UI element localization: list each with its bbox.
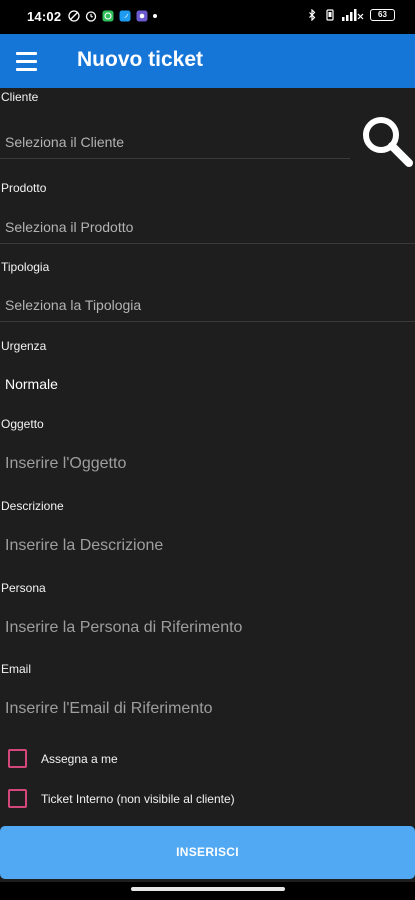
cliente-select[interactable]: Seleziona il Cliente <box>5 134 124 150</box>
oggetto-label: Oggetto <box>1 417 44 431</box>
assegna-checkbox-label: Assegna a me <box>41 751 118 766</box>
bluetooth-icon <box>306 9 318 21</box>
status-bar: 14:02 63 <box>0 0 415 34</box>
signal-icon <box>342 9 364 21</box>
inserisci-button[interactable]: INSERISCI <box>0 826 415 879</box>
search-icon[interactable] <box>360 114 414 168</box>
persona-label: Persona <box>1 581 46 595</box>
do-not-disturb-icon <box>68 10 80 22</box>
cliente-underline <box>0 158 350 159</box>
persona-input[interactable]: Inserire la Persona di Riferimento <box>5 619 242 637</box>
tipologia-underline <box>0 321 415 322</box>
cliente-label: Cliente <box>1 90 39 104</box>
alarm-icon <box>85 10 97 22</box>
twitter-icon <box>119 10 131 22</box>
descrizione-input[interactable]: Inserire la Descrizione <box>5 537 163 555</box>
prodotto-select[interactable]: Seleziona il Prodotto <box>5 219 133 235</box>
assegna-checkbox-row[interactable]: Assegna a me <box>8 749 118 768</box>
email-label: Email <box>1 662 32 676</box>
app-notification-icon <box>136 10 148 22</box>
urgenza-label: Urgenza <box>1 339 47 353</box>
hamburger-menu-icon[interactable] <box>16 48 44 74</box>
tipologia-label: Tipologia <box>1 260 50 274</box>
home-gesture-handle[interactable] <box>131 887 285 891</box>
ticket-form: Cliente Seleziona il Cliente Prodotto Se… <box>0 88 415 882</box>
interno-checkbox-label: Ticket Interno (non visibile al cliente) <box>41 791 235 806</box>
prodotto-label: Prodotto <box>1 181 47 195</box>
system-nav-bar <box>0 882 415 900</box>
app-bar: Nuovo ticket <box>0 34 415 88</box>
interno-checkbox-row[interactable]: Ticket Interno (non visibile al cliente) <box>8 789 235 808</box>
interno-checkbox[interactable] <box>8 789 27 808</box>
prodotto-underline <box>0 243 415 244</box>
email-input[interactable]: Inserire l'Email di Riferimento <box>5 700 213 718</box>
dot-icon <box>153 14 157 18</box>
descrizione-label: Descrizione <box>1 499 64 513</box>
oggetto-input[interactable]: Inserire l'Oggetto <box>5 455 126 473</box>
system-icons: 63 <box>306 9 395 21</box>
vibrate-icon <box>324 9 336 21</box>
page-title: Nuovo ticket <box>77 48 204 71</box>
tipologia-select[interactable]: Seleziona la Tipologia <box>5 297 141 313</box>
battery-icon: 63 <box>370 9 395 21</box>
assegna-checkbox[interactable] <box>8 749 27 768</box>
status-time: 14:02 <box>27 9 62 24</box>
notification-icons <box>68 10 157 22</box>
whatsapp-icon <box>102 10 114 22</box>
urgenza-select[interactable]: Normale <box>5 376 58 392</box>
